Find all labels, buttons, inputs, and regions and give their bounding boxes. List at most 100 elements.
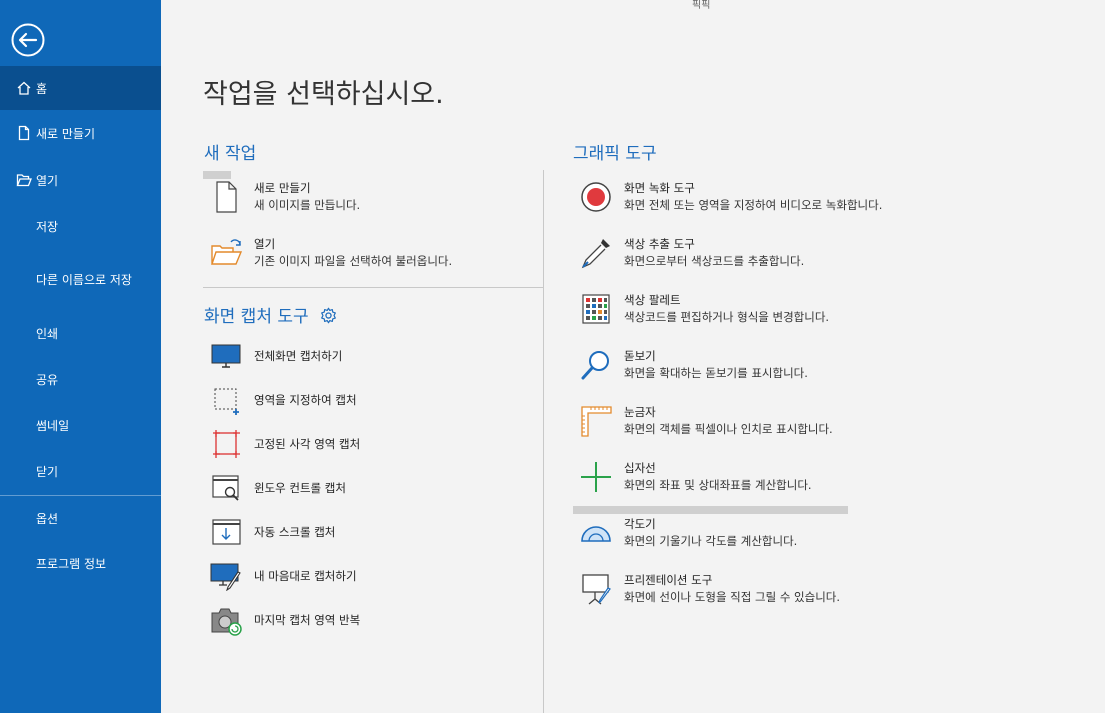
item-title: 새로 만들기 [254, 181, 311, 195]
sidebar-item-open[interactable]: 열기 [0, 158, 161, 202]
graphics-color-picker[interactable]: 색상 추출 도구 화면으로부터 색상코드를 추출합니다. [579, 236, 804, 270]
capture-region[interactable]: 영역을 지정하여 캡처 [209, 383, 357, 417]
capture-window-control[interactable]: 윈도우 컨트롤 캡처 [209, 471, 346, 505]
section-title-graphics: 그래픽 도구 [573, 144, 657, 164]
item-description: 화면으로부터 색상코드를 추출합니다. [624, 254, 805, 268]
capture-item-label: 자동 스크롤 캡처 [254, 525, 336, 539]
open-image-item[interactable]: 열기 기존 이미지 파일을 선택하여 불러옵니다. [209, 236, 452, 270]
scroll-indicator [573, 506, 848, 514]
graphics-ruler[interactable]: 눈금자 화면의 객체를 픽셀이나 인치로 표시합니다. [579, 404, 833, 438]
capture-fullscreen[interactable]: 전체화면 캡처하기 [209, 339, 342, 373]
crosshair-icon [579, 460, 613, 494]
graphics-presentation[interactable]: 프리젠테이션 도구 화면에 선이나 도형을 직접 그릴 수 있습니다. [579, 572, 840, 606]
monitor-icon [209, 339, 243, 373]
sidebar-item-new[interactable]: 새로 만들기 [0, 111, 161, 155]
app-title: 픽픽 [692, 0, 711, 11]
sidebar-item-save-as[interactable]: 다른 이름으로 저장 [0, 257, 161, 301]
new-file-icon [16, 125, 32, 141]
item-description: 화면을 확대하는 돋보기를 표시합니다. [624, 366, 808, 380]
graphics-screen-record[interactable]: 화면 녹화 도구 화면 전체 또는 영역을 지정하여 비디오로 녹화합니다. [579, 180, 882, 214]
back-button[interactable] [11, 23, 45, 57]
page-title: 작업을 선택하십시오. [203, 79, 444, 110]
capture-item-label: 고정된 사각 영역 캡처 [254, 437, 361, 451]
sidebar-item-label: 인쇄 [36, 326, 59, 341]
capture-freehand[interactable]: 내 마음대로 캡처하기 [209, 559, 357, 593]
sidebar: 홈 새로 만들기 열기 저장 다른 이름으로 저장 인쇄 공유 썸네일 닫기 옵… [0, 0, 161, 713]
column-divider [543, 170, 544, 713]
presentation-board-icon [579, 572, 613, 606]
magnifier-icon [579, 348, 613, 382]
sidebar-item-label: 공유 [36, 372, 59, 387]
section-title-capture: 화면 캡처 도구 [204, 302, 337, 327]
item-description: 새 이미지를 만듭니다. [254, 198, 361, 212]
camera-repeat-icon [209, 603, 243, 637]
sidebar-item-print[interactable]: 인쇄 [0, 311, 161, 355]
back-arrow-icon [11, 23, 45, 57]
monitor-pen-icon [209, 559, 243, 593]
item-title: 돋보기 [624, 349, 656, 363]
palette-grid-icon [579, 292, 613, 326]
item-title: 색상 추출 도구 [624, 237, 695, 251]
section-divider [203, 287, 543, 288]
graphics-magnifier[interactable]: 돋보기 화면을 확대하는 돋보기를 표시합니다. [579, 348, 808, 382]
settings-gear-icon[interactable] [320, 307, 337, 324]
item-title: 프리젠테이션 도구 [624, 573, 713, 587]
folder-open-icon [209, 236, 243, 270]
capture-repeat-last[interactable]: 마지막 캡처 영역 반복 [209, 603, 360, 637]
sidebar-item-share[interactable]: 공유 [0, 357, 161, 401]
sidebar-item-save[interactable]: 저장 [0, 204, 161, 248]
item-title: 열기 [254, 237, 276, 251]
graphics-color-palette[interactable]: 색상 팔레트 색상코드를 편집하거나 형식을 변경합니다. [579, 292, 829, 326]
sidebar-item-home[interactable]: 홈 [0, 66, 161, 110]
fixed-region-icon [209, 427, 243, 461]
eyedropper-icon [579, 236, 613, 270]
section-title-new-task: 새 작업 [204, 144, 257, 164]
home-icon [16, 80, 32, 96]
item-title: 십자선 [624, 461, 656, 475]
capture-item-label: 내 마음대로 캡처하기 [254, 569, 357, 583]
sidebar-item-label: 다른 이름으로 저장 [36, 272, 132, 287]
graphics-crosshair[interactable]: 십자선 화면의 좌표 및 상대좌표를 계산합니다. [579, 460, 812, 494]
sidebar-item-about[interactable]: 프로그램 정보 [0, 541, 161, 585]
item-description: 화면 전체 또는 영역을 지정하여 비디오로 녹화합니다. [624, 198, 883, 212]
dashed-region-icon [209, 383, 243, 417]
capture-item-label: 윈도우 컨트롤 캡처 [254, 481, 346, 495]
item-description: 색상코드를 편집하거나 형식을 변경합니다. [624, 310, 830, 324]
item-description: 화면의 좌표 및 상대좌표를 계산합니다. [624, 478, 812, 492]
sidebar-item-label: 옵션 [36, 511, 59, 526]
item-title: 각도기 [624, 517, 656, 531]
sidebar-item-label: 썸네일 [36, 418, 70, 433]
sidebar-item-options[interactable]: 옵션 [0, 496, 161, 540]
capture-item-label: 마지막 캡처 영역 반복 [254, 613, 361, 627]
scroll-indicator [203, 171, 231, 179]
folder-open-icon [16, 172, 32, 188]
capture-auto-scroll[interactable]: 자동 스크롤 캡처 [209, 515, 335, 549]
sidebar-item-label: 홈 [36, 81, 48, 96]
sidebar-item-thumbnail[interactable]: 썸네일 [0, 403, 161, 447]
sidebar-item-close[interactable]: 닫기 [0, 449, 161, 493]
sidebar-item-label: 프로그램 정보 [36, 556, 107, 571]
item-description: 화면의 객체를 픽셀이나 인치로 표시합니다. [624, 422, 833, 436]
item-title: 눈금자 [624, 405, 656, 419]
record-icon [579, 180, 613, 214]
capture-item-label: 영역을 지정하여 캡처 [254, 393, 357, 407]
new-document-icon [209, 180, 243, 214]
item-description: 화면의 기울기나 각도를 계산합니다. [624, 534, 798, 548]
graphics-protractor[interactable]: 각도기 화면의 기울기나 각도를 계산합니다. [579, 516, 797, 550]
scroll-down-window-icon [209, 515, 243, 549]
item-description: 기존 이미지 파일을 선택하여 불러옵니다. [254, 254, 453, 268]
sidebar-item-label: 저장 [36, 219, 59, 234]
capture-fixed-region[interactable]: 고정된 사각 영역 캡처 [209, 427, 360, 461]
section-title-text: 화면 캡처 도구 [204, 307, 309, 327]
window-magnifier-icon [209, 471, 243, 505]
item-description: 화면에 선이나 도형을 직접 그릴 수 있습니다. [624, 590, 841, 604]
item-title: 색상 팔레트 [624, 293, 681, 307]
capture-item-label: 전체화면 캡처하기 [254, 349, 343, 363]
sidebar-item-label: 새로 만들기 [36, 126, 96, 141]
sidebar-item-label: 열기 [36, 173, 59, 188]
new-image-item[interactable]: 새로 만들기 새 이미지를 만듭니다. [209, 180, 360, 214]
ruler-icon [579, 404, 613, 438]
protractor-icon [579, 516, 613, 550]
item-title: 화면 녹화 도구 [624, 181, 695, 195]
sidebar-item-label: 닫기 [36, 464, 59, 479]
